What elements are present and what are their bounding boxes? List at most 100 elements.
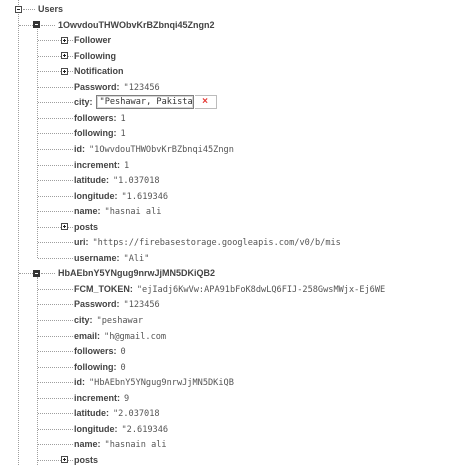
- field-key: uri:: [74, 237, 89, 248]
- tree-branch-line: [38, 288, 73, 290]
- tree-node-users[interactable]: Users: [38, 1, 63, 17]
- field-value: 9: [124, 393, 130, 404]
- tree-node-child[interactable]: Follower: [74, 32, 111, 48]
- field-key: Following: [74, 50, 116, 61]
- field-value-clip: 1: [117, 110, 126, 127]
- tree-leaf-field[interactable]: Password: "123456: [74, 79, 160, 95]
- toggle-bar-horizontal: [35, 24, 38, 26]
- database-tree: Users 1OwvdouTHWObvKrBZbnqi45Zngn2 Followe…: [0, 0, 474, 465]
- tree-branch-line: [68, 71, 73, 73]
- collapse-users-toggle[interactable]: [15, 5, 22, 13]
- field-key: id:: [74, 143, 85, 154]
- tree-branch-line: [38, 257, 73, 259]
- tree-branch-line: [38, 55, 61, 57]
- tree-branch-line: [38, 351, 73, 353]
- tree-leaf-field[interactable]: city: "Peshawar, Pakistan ×: [74, 94, 217, 110]
- tree-branch-line: [41, 24, 55, 26]
- tree-branch-line: [38, 242, 73, 244]
- tree-leaf-field[interactable]: name: "hasnain ali: [74, 436, 167, 452]
- tree-leaf-field[interactable]: longitude: "2.619346: [74, 421, 168, 437]
- tree-leaf-field[interactable]: followers: 0: [74, 343, 126, 359]
- field-key: longitude:: [74, 423, 118, 434]
- tree-leaf-field[interactable]: username: "Ali": [74, 250, 149, 266]
- field-value: "hasnain ali: [104, 440, 167, 451]
- tree-leaf-field[interactable]: FCM_TOKEN: "ejIadj6KwVw:APA91bFoK8dwLQ6FI…: [74, 281, 385, 297]
- field-value: "123456: [123, 82, 160, 93]
- tree-node-child[interactable]: Following: [74, 48, 116, 64]
- tree-leaf-field[interactable]: increment: 9: [74, 390, 129, 406]
- tree-leaf-field[interactable]: latitude: "2.037018: [74, 405, 160, 421]
- toggle-bar-vertical: [64, 54, 65, 58]
- field-value-clip: "1.619346: [118, 188, 169, 205]
- tree-leaf-field[interactable]: following: 0: [74, 359, 126, 375]
- collapse-user-toggle[interactable]: [33, 269, 40, 277]
- field-value-clip: "1.037018: [109, 172, 160, 189]
- field-value-clip: 1: [117, 125, 126, 142]
- close-x-icon[interactable]: ×: [194, 95, 217, 110]
- expand-node-toggle[interactable]: [61, 36, 68, 44]
- field-key: email:: [74, 330, 101, 341]
- expand-node-toggle[interactable]: [61, 223, 68, 231]
- field-value: "peshawar: [96, 316, 144, 326]
- user-id-label: 1OwvdouTHWObvKrBZbnqi45Zngn2: [58, 19, 215, 30]
- tree-guide-line: [37, 28, 38, 258]
- field-value: "1.037018: [113, 176, 160, 187]
- tree-leaf-field[interactable]: id: "1OwvdouTHWObvKrBZbnqi45Zngn: [74, 141, 234, 157]
- field-value-clip: 9: [120, 390, 129, 407]
- tree-leaf-field[interactable]: city: "peshawar: [74, 312, 143, 328]
- tree-branch-line: [68, 226, 73, 228]
- field-key: followers:: [74, 346, 117, 357]
- tree-node-child[interactable]: Notification: [74, 63, 124, 79]
- tree-leaf-field[interactable]: uri: "https://firebasestorage.googleapis.…: [74, 234, 341, 250]
- tree-branch-line: [38, 226, 61, 228]
- field-value: "2.619346: [121, 424, 169, 435]
- field-value-clip: "peshawar: [93, 312, 144, 329]
- field-value: "2.037018: [113, 409, 160, 420]
- tree-leaf-field[interactable]: id: "HbAEbnY5YNgug9nrwJjMN5DKiQB: [74, 374, 234, 390]
- field-key: latitude:: [74, 408, 109, 419]
- field-value-clip: "1OwvdouTHWObvKrBZbnqi45Zngn: [85, 141, 234, 158]
- field-value: "Ali": [123, 253, 150, 264]
- expand-node-toggle[interactable]: [61, 456, 68, 464]
- tree-branch-line: [38, 459, 61, 461]
- toggle-bar-vertical: [64, 69, 65, 73]
- tree-node-child[interactable]: posts: [74, 219, 98, 235]
- tree-leaf-field[interactable]: longitude: "1.619346: [74, 188, 168, 204]
- field-value: 1: [124, 160, 130, 171]
- tree-node-user[interactable]: HbAEbnY5YNgug9nrwJjMN5DKiQB2: [58, 265, 215, 281]
- tree-branch-line: [38, 320, 73, 321]
- field-key: latitude:: [74, 175, 109, 186]
- tree-branch-line: [38, 40, 61, 42]
- toggle-bar-vertical: [64, 38, 65, 42]
- tree-branch-line: [68, 459, 73, 461]
- tree-branch-line: [38, 164, 73, 166]
- field-value-clip: "https://firebasestorage.googleapis.com/…: [89, 234, 341, 251]
- tree-leaf-field[interactable]: Password: "123456: [74, 296, 160, 312]
- tree-leaf-field[interactable]: name: "hasnai ali: [74, 203, 161, 219]
- tree-leaf-field[interactable]: latitude: "1.037018: [74, 172, 160, 188]
- field-key: longitude:: [74, 190, 118, 201]
- tree-leaf-field[interactable]: following: 1: [74, 125, 126, 141]
- tree-branch-line: [38, 117, 73, 119]
- toggle-bar-vertical: [64, 225, 65, 229]
- tree-leaf-field[interactable]: followers: 1: [74, 110, 126, 126]
- tree-leaf-field[interactable]: email: "h@gmail.com: [74, 328, 166, 344]
- field-value-clip: "h@gmail.com: [100, 328, 166, 345]
- field-value: "h@gmail.com: [104, 331, 167, 342]
- tree-branch-line: [38, 102, 73, 104]
- tree-branch-line: [38, 180, 73, 182]
- collapse-user-toggle[interactable]: [33, 21, 40, 29]
- tree-node-child[interactable]: posts: [74, 452, 98, 468]
- city-edit-input[interactable]: "Peshawar, Pakistan: [95, 95, 194, 110]
- field-value-clip: 0: [117, 343, 126, 360]
- tree-branch-line: [38, 382, 73, 384]
- tree-leaf-field[interactable]: increment: 1: [74, 157, 129, 173]
- expand-node-toggle[interactable]: [61, 52, 68, 60]
- field-key: city:: [74, 97, 93, 108]
- tree-branch-line: [38, 71, 61, 73]
- tree-branch-line: [38, 133, 73, 135]
- field-value: "123456: [123, 300, 160, 311]
- field-key: name:: [74, 206, 101, 217]
- expand-node-toggle[interactable]: [61, 67, 68, 75]
- tree-node-user[interactable]: 1OwvdouTHWObvKrBZbnqi45Zngn2: [58, 17, 215, 33]
